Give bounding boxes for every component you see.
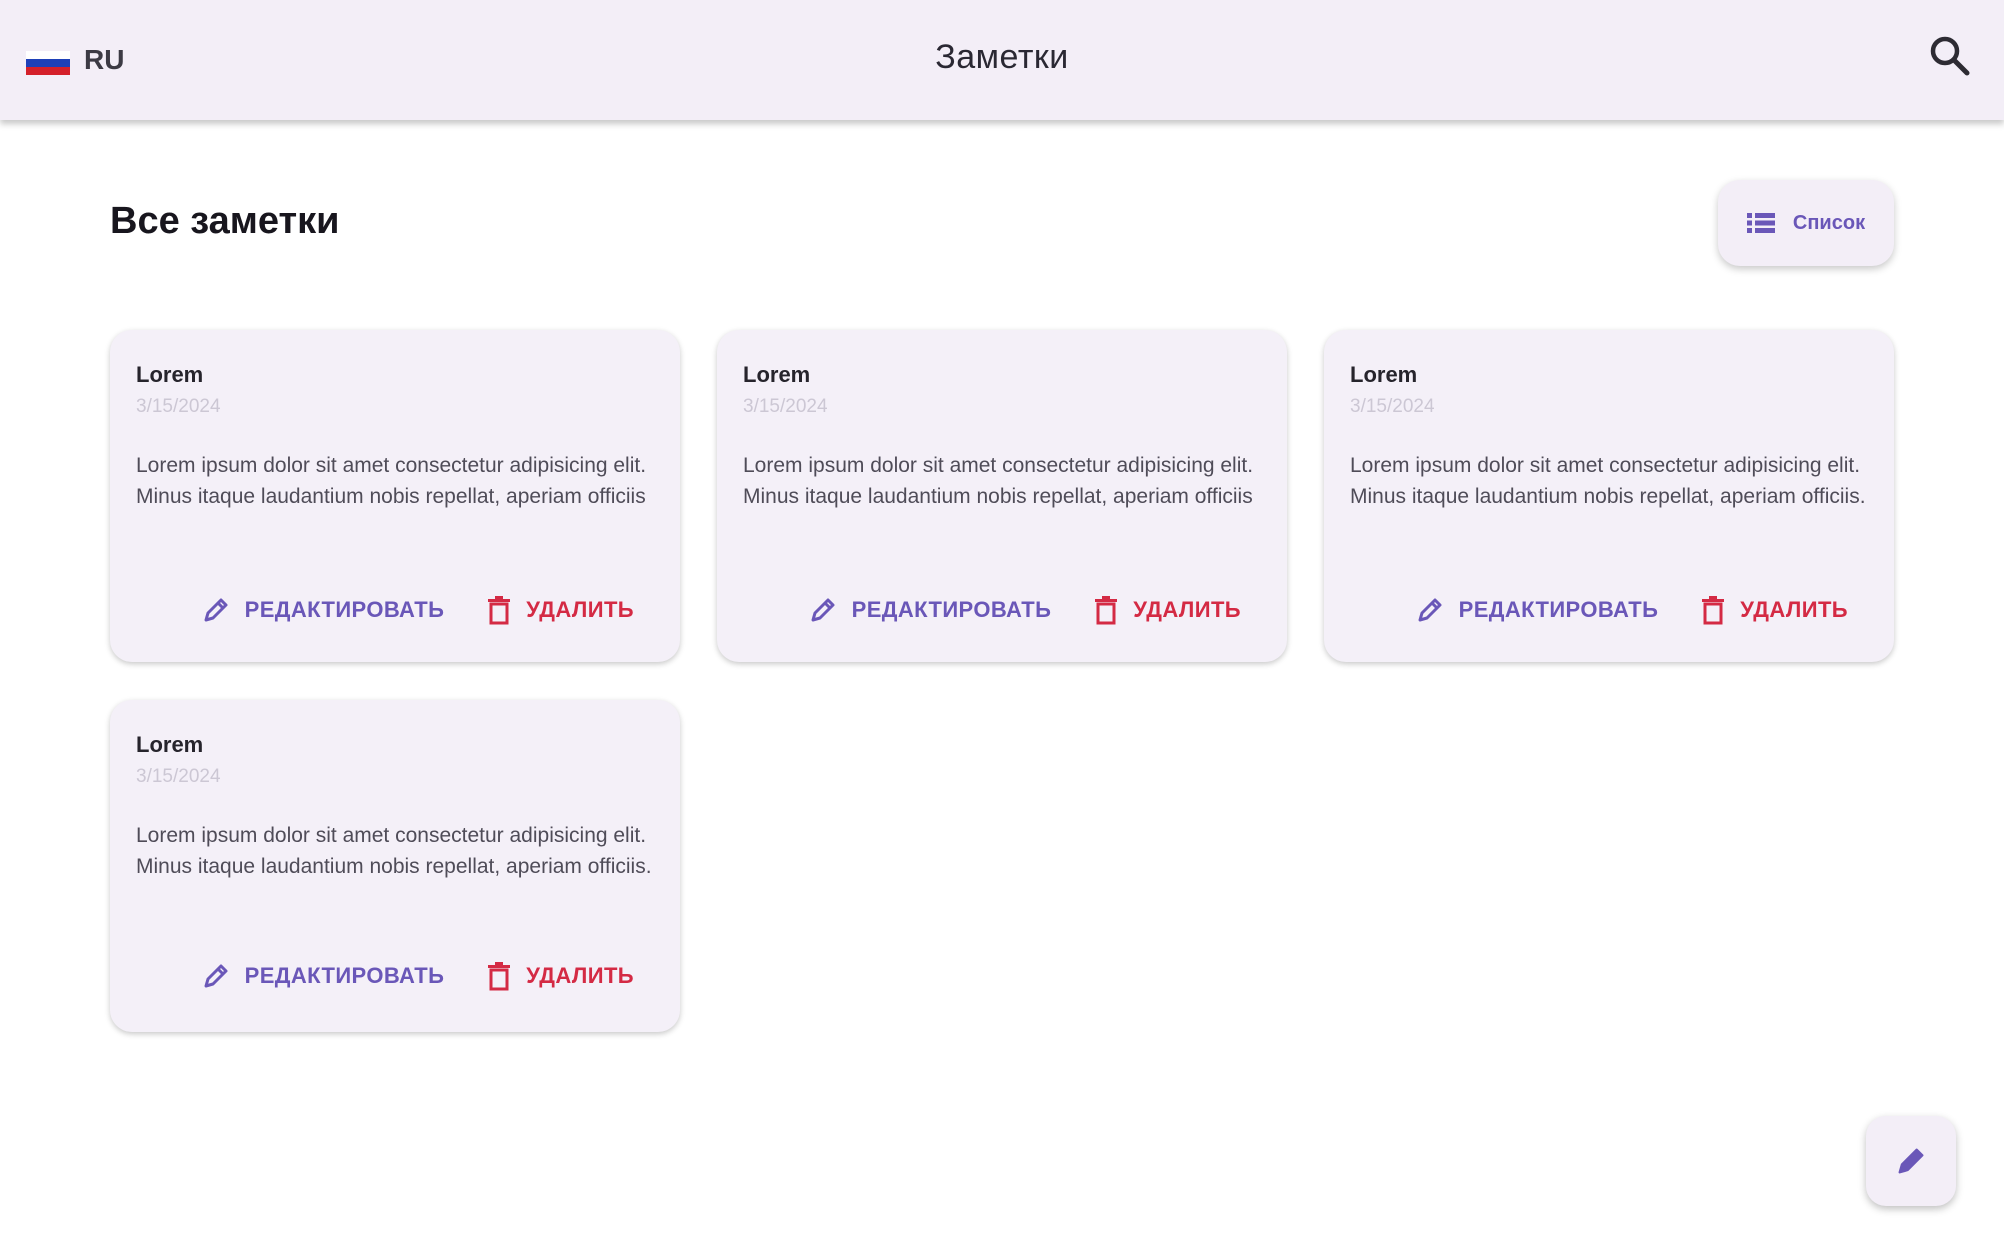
- note-title: Lorem: [1350, 362, 1418, 387]
- pencil-icon: [1415, 595, 1445, 625]
- list-icon: [1746, 212, 1775, 234]
- note-actions: РЕДАКТИРОВАТЬ УДАЛИТЬ: [717, 588, 1287, 632]
- view-toggle-button[interactable]: Список: [1718, 180, 1894, 266]
- edit-button[interactable]: РЕДАКТИРОВАТЬ: [201, 961, 445, 991]
- app-bar: RU Заметки: [0, 0, 2004, 120]
- edit-label: РЕДАКТИРОВАТЬ: [244, 963, 445, 988]
- edit-button[interactable]: РЕДАКТИРОВАТЬ: [201, 595, 445, 625]
- edit-button[interactable]: РЕДАКТИРОВАТЬ: [1415, 595, 1659, 625]
- trash-icon: [1093, 595, 1119, 625]
- pencil-icon: [201, 961, 231, 991]
- page-title: Все заметки: [110, 200, 340, 242]
- note-date: 3/15/2024: [743, 396, 828, 417]
- edit-label: РЕДАКТИРОВАТЬ: [1458, 597, 1659, 622]
- trash-icon: [486, 595, 512, 625]
- note-title: Lorem: [136, 362, 204, 387]
- note-text: Lorem ipsum dolor sit amet consectetur a…: [743, 454, 1254, 508]
- note-card: Lorem 3/15/2024 Lorem ipsum dolor sit am…: [1324, 330, 1894, 662]
- note-date: 3/15/2024: [1350, 396, 1435, 417]
- pencil-icon: [808, 595, 838, 625]
- note-card: Lorem 3/15/2024 Lorem ipsum dolor sit am…: [110, 330, 680, 662]
- view-toggle-label: Список: [1792, 211, 1866, 234]
- add-note-fab[interactable]: [1866, 1116, 1956, 1206]
- note-actions: РЕДАКТИРОВАТЬ УДАЛИТЬ: [110, 588, 680, 632]
- pencil-icon: [1894, 1144, 1928, 1178]
- delete-button[interactable]: УДАЛИТЬ: [1700, 595, 1848, 625]
- note-text: Lorem ipsum dolor sit amet consectetur a…: [1350, 454, 1866, 508]
- note-actions: РЕДАКТИРОВАТЬ УДАЛИТЬ: [1324, 588, 1894, 632]
- edit-label: РЕДАКТИРОВАТЬ: [244, 597, 445, 622]
- delete-label: УДАЛИТЬ: [1133, 597, 1241, 622]
- delete-button[interactable]: УДАЛИТЬ: [1093, 595, 1241, 625]
- note-actions: РЕДАКТИРОВАТЬ УДАЛИТЬ: [110, 954, 680, 998]
- delete-button[interactable]: УДАЛИТЬ: [486, 961, 634, 991]
- delete-button[interactable]: УДАЛИТЬ: [486, 595, 634, 625]
- edit-label: РЕДАКТИРОВАТЬ: [851, 597, 1052, 622]
- search-icon: [1928, 34, 1972, 78]
- delete-label: УДАЛИТЬ: [526, 963, 634, 988]
- delete-label: УДАЛИТЬ: [1740, 597, 1848, 622]
- trash-icon: [1700, 595, 1726, 625]
- note-text: Lorem ipsum dolor sit amet consectetur a…: [136, 824, 652, 878]
- pencil-icon: [201, 595, 231, 625]
- note-card: Lorem 3/15/2024 Lorem ipsum dolor sit am…: [717, 330, 1287, 662]
- edit-button[interactable]: РЕДАКТИРОВАТЬ: [808, 595, 1052, 625]
- trash-icon: [486, 961, 512, 991]
- search-button[interactable]: [1924, 30, 1976, 82]
- delete-label: УДАЛИТЬ: [526, 597, 634, 622]
- note-text: Lorem ipsum dolor sit amet consectetur a…: [136, 454, 647, 508]
- note-date: 3/15/2024: [136, 396, 221, 417]
- note-title: Lorem: [743, 362, 811, 387]
- note-date: 3/15/2024: [136, 766, 221, 787]
- note-card: Lorem 3/15/2024 Lorem ipsum dolor sit am…: [110, 700, 680, 1032]
- note-title: Lorem: [136, 732, 204, 757]
- app-title: Заметки: [935, 38, 1069, 76]
